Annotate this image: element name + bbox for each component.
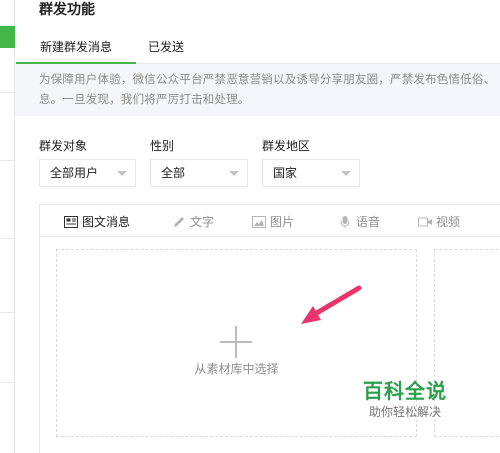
editor-tab-text[interactable]: 文字 <box>172 213 214 230</box>
image-icon <box>252 215 266 228</box>
select-from-library-label: 从素材库中选择 <box>194 362 279 376</box>
plus-icon <box>220 326 252 358</box>
filter-gender-group: 性别 全部 <box>150 138 248 187</box>
watermark-subtitle: 助你轻松解决 <box>368 405 441 419</box>
news-icon <box>64 215 78 228</box>
left-nav-divider <box>0 92 15 93</box>
policy-notice: 为保障用户体验，微信公众平台严禁恶意营销以及诱导分享朋友圈，严禁发布色情低俗、 … <box>15 64 500 116</box>
left-nav-divider <box>0 382 15 383</box>
editor-tab-voice-label: 语音 <box>356 215 381 229</box>
page-title: 群发功能 <box>39 1 95 17</box>
filter-target-label: 群发对象 <box>39 139 88 153</box>
left-nav-divider <box>0 238 15 239</box>
watermark: 百科全说 助你轻松解决 <box>363 380 447 420</box>
filter-gender-label: 性别 <box>150 139 175 153</box>
filter-region-label: 群发地区 <box>262 139 311 153</box>
pointer-arrow-icon <box>301 285 362 324</box>
left-nav-divider <box>0 160 15 161</box>
gender-select[interactable]: 全部 <box>150 159 248 187</box>
chevron-down-icon <box>341 171 351 176</box>
editor-tab-image-label: 图片 <box>270 215 295 229</box>
filters-row: 群发对象 全部用户 性别 全部 群发地区 国家 <box>15 138 500 188</box>
watermark-title: 百科全说 <box>363 381 447 403</box>
region-select[interactable]: 国家 <box>262 159 360 187</box>
editor-tab-text-label: 文字 <box>190 215 215 229</box>
tab-sent[interactable]: 已发送 <box>148 38 184 55</box>
editor-tab-news-label: 图文消息 <box>82 215 131 229</box>
message-tabs: 新建群发消息 已发送 <box>15 30 500 64</box>
video-icon <box>418 216 432 228</box>
left-nav-active-indicator <box>0 26 15 48</box>
filter-target-group: 群发对象 全部用户 <box>39 138 136 187</box>
target-select-value: 全部用户 <box>50 166 99 180</box>
left-nav-divider <box>0 312 15 313</box>
editor-tab-image[interactable]: 图片 <box>252 213 294 230</box>
pencil-icon <box>172 216 186 228</box>
filter-region-group: 群发地区 国家 <box>262 138 360 187</box>
chevron-down-icon <box>229 171 239 176</box>
gender-select-value: 全部 <box>161 166 186 180</box>
policy-notice-line2: 息。一旦发现，我们将严厉打击和处理。 <box>39 94 250 106</box>
left-nav-strip <box>0 0 15 453</box>
target-select[interactable]: 全部用户 <box>39 159 136 187</box>
policy-notice-line1: 为保障用户体验，微信公众平台严禁恶意营销以及诱导分享朋友圈，严禁发布色情低俗、 <box>39 74 496 86</box>
editor-tab-news[interactable]: 图文消息 <box>64 213 130 230</box>
chevron-down-icon <box>117 171 127 176</box>
region-select-value: 国家 <box>273 166 298 180</box>
editor-tab-voice[interactable]: 语音 <box>338 213 380 230</box>
microphone-icon <box>338 215 352 228</box>
editor-tab-video[interactable]: 视频 <box>418 213 460 230</box>
main-panel: 群发功能 新建群发消息 已发送 为保障用户体验，微信公众平台严禁恶意营销以及诱导… <box>15 0 500 453</box>
editor-type-tabs: 图文消息 文字 图片 语音 视频 <box>40 205 500 237</box>
tab-new-mass-message[interactable]: 新建群发消息 <box>15 38 137 64</box>
editor-tab-video-label: 视频 <box>436 215 461 229</box>
